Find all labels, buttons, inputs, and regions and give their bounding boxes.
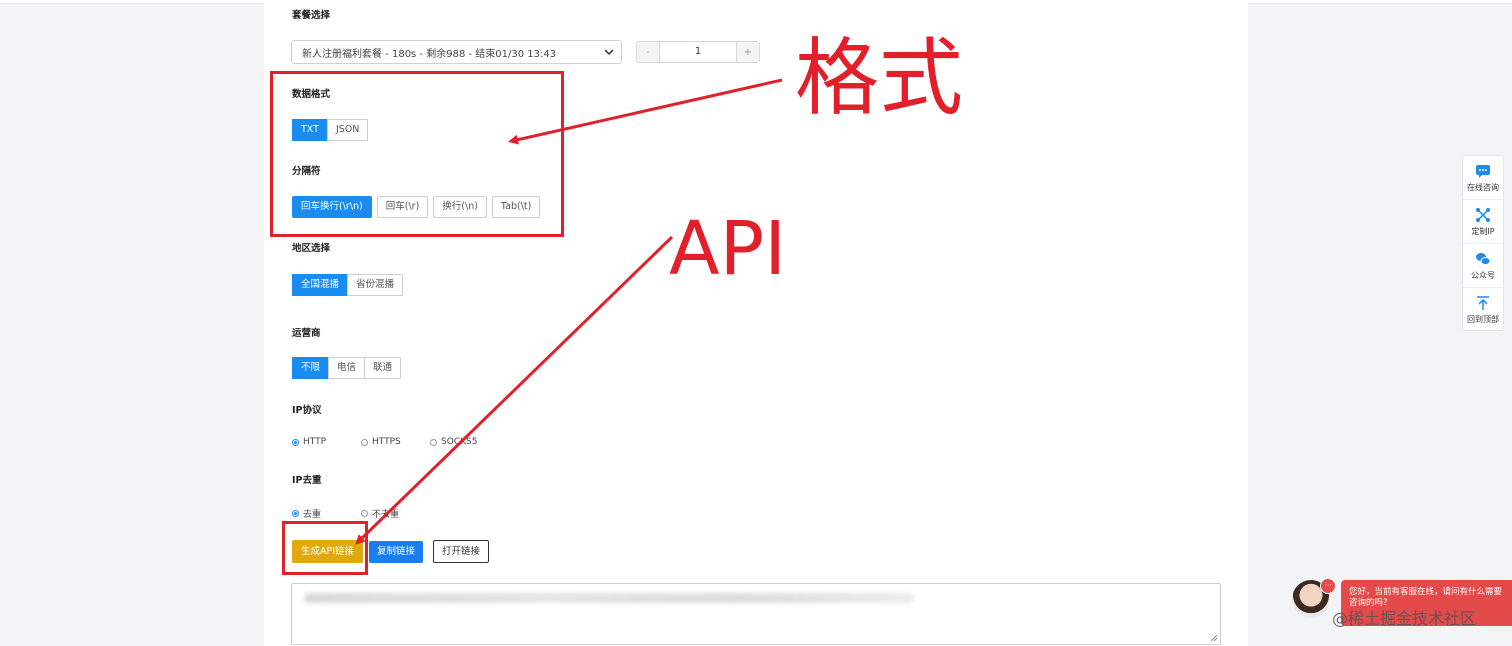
arrow-up-icon (1477, 296, 1489, 310)
side-item-online-consult[interactable]: 在线咨询 (1463, 156, 1503, 200)
carrier-option-any[interactable]: 不限 (292, 357, 330, 379)
region-label: 地区选择 (292, 243, 331, 254)
radio-unchecked-icon (361, 510, 368, 517)
side-item-label: 回到顶部 (1467, 315, 1499, 324)
dedupe-radio-off-label: 不去重 (372, 510, 400, 520)
region-option-national[interactable]: 全国混播 (292, 274, 349, 296)
format-annotation-text: 格式 (795, 29, 964, 127)
side-item-label: 定制IP (1471, 226, 1495, 236)
side-item-back-to-top[interactable]: 回到顶部 (1463, 288, 1503, 332)
blurred-link-text (304, 593, 914, 603)
api-link-output[interactable] (291, 583, 1221, 645)
radio-checked-icon (292, 510, 299, 517)
network-icon (1476, 207, 1490, 222)
protocol-options: HTTP HTTPS SOCKS5 (292, 437, 477, 447)
protocol-label: IP协议 (292, 405, 322, 416)
protocol-radio-socks5[interactable]: SOCKS5 (430, 437, 477, 447)
wechat-icon (1476, 252, 1491, 265)
quantity-value[interactable]: 1 (659, 42, 737, 62)
protocol-radio-https[interactable]: HTTPS (361, 437, 430, 447)
radio-checked-icon (292, 438, 299, 446)
quantity-minus-button[interactable]: - (637, 42, 659, 62)
chevron-down-icon (604, 49, 614, 56)
carrier-option-telecom[interactable]: 电信 (328, 357, 366, 379)
carrier-option-unicom[interactable]: 联通 (364, 357, 402, 379)
api-annotation-text: API (669, 206, 787, 292)
open-link-button[interactable]: 打开链接 (433, 540, 490, 563)
carrier-label: 运营商 (292, 328, 321, 339)
package-select-value: 新人注册福利套餐 - 180s - 剩余988 - 结束01/30 13:43 (302, 48, 557, 60)
dedupe-label: IP去重 (292, 475, 322, 486)
protocol-radio-http-label: HTTP (303, 437, 327, 447)
protocol-radio-http[interactable]: HTTP (292, 437, 361, 447)
dedupe-options: 去重 不去重 (292, 507, 399, 520)
protocol-radio-https-label: HTTPS (372, 437, 401, 447)
side-panel: 在线咨询 定制IP 公众号 回到顶部 (1462, 155, 1504, 331)
side-item-label: 在线咨询 (1467, 182, 1499, 192)
package-label: 套餐选择 (292, 10, 331, 21)
quantity-plus-button[interactable]: + (737, 42, 759, 62)
chat-icon (1476, 164, 1490, 178)
copy-link-button[interactable]: 复制链接 (369, 541, 424, 563)
dedupe-radio-on[interactable]: 去重 (292, 507, 361, 520)
package-select[interactable]: 新人注册福利套餐 - 180s - 剩余988 - 结束01/30 13:43 (291, 40, 622, 64)
carrier-options: 不限 电信 联通 (292, 357, 402, 379)
protocol-radio-socks5-label: SOCKS5 (441, 437, 478, 447)
dedupe-radio-on-label: 去重 (303, 510, 322, 520)
resize-handle-icon[interactable] (1210, 634, 1218, 642)
radio-unchecked-icon (430, 438, 437, 446)
chat-badge: ··· (1320, 578, 1336, 594)
radio-unchecked-icon (361, 438, 368, 446)
dedupe-radio-off[interactable]: 不去重 (361, 507, 399, 520)
region-options: 全国混播 省份混播 (292, 274, 404, 296)
side-item-wechat[interactable]: 公众号 (1463, 244, 1503, 288)
format-highlight-box (270, 71, 564, 237)
region-option-province[interactable]: 省份混播 (347, 274, 404, 296)
side-item-custom-ip[interactable]: 定制IP (1463, 200, 1503, 244)
watermark: @稀土掘金技术社区 (1332, 609, 1477, 628)
quantity-stepper[interactable]: - 1 + (636, 41, 760, 63)
side-item-label: 公众号 (1471, 270, 1495, 280)
api-highlight-box (282, 521, 368, 575)
